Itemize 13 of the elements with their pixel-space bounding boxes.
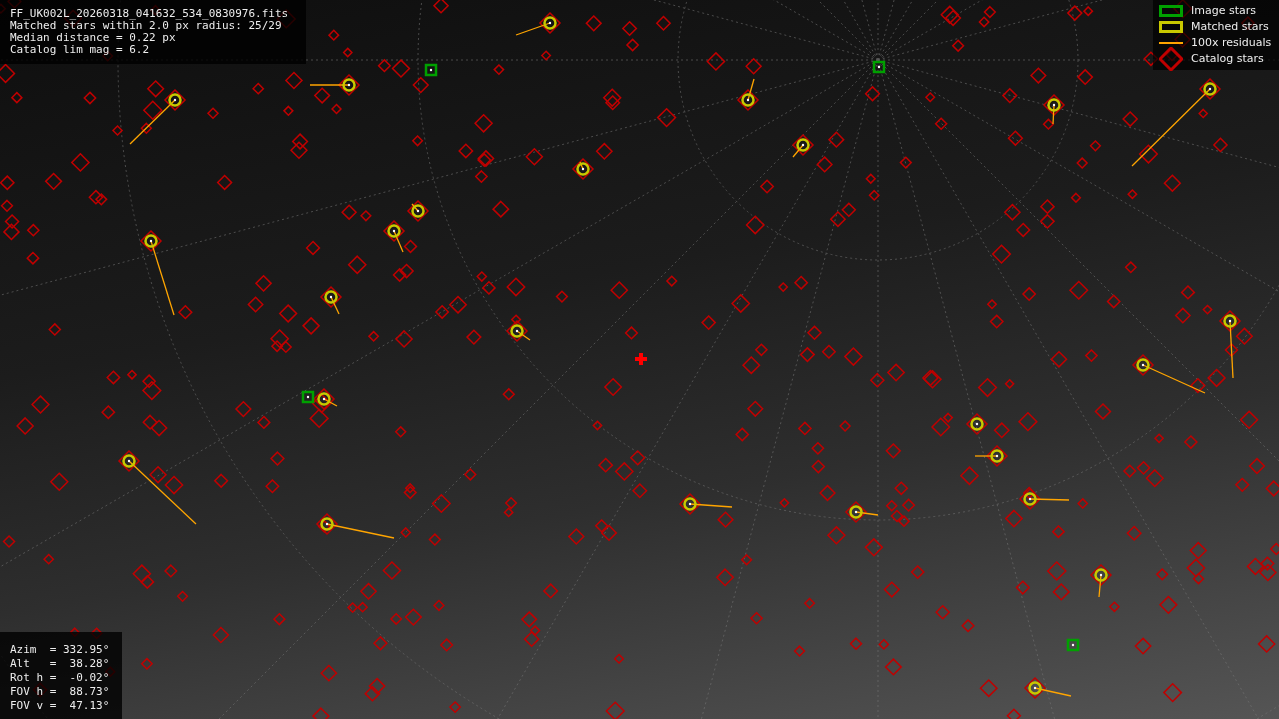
info-text: FF_UK002L_20260318_041632_534_0830976.fits bbox=[10, 8, 290, 20]
legend-label: 100x residuals bbox=[1191, 34, 1272, 51]
info-text: Matched stars within 2.0 px radius: 25/29 bbox=[10, 20, 282, 32]
legend-label: Image stars bbox=[1191, 2, 1256, 19]
legend-label: Matched stars bbox=[1191, 18, 1269, 35]
pointing-text: Azim = 332.95° bbox=[10, 643, 111, 657]
pointing-text: Rot h = -0.02° bbox=[10, 671, 111, 685]
pointing-text: Alt = 38.28° bbox=[10, 657, 111, 671]
pointing-text: FOV v = 47.13° bbox=[10, 699, 111, 713]
info-text: Median distance = 0.22 px bbox=[10, 32, 177, 44]
info-text: Catalog lim mag = 6.2 bbox=[10, 44, 151, 56]
legend-label: Catalog stars bbox=[1191, 50, 1264, 67]
pointing-text: FOV h = 88.73° bbox=[10, 685, 111, 699]
